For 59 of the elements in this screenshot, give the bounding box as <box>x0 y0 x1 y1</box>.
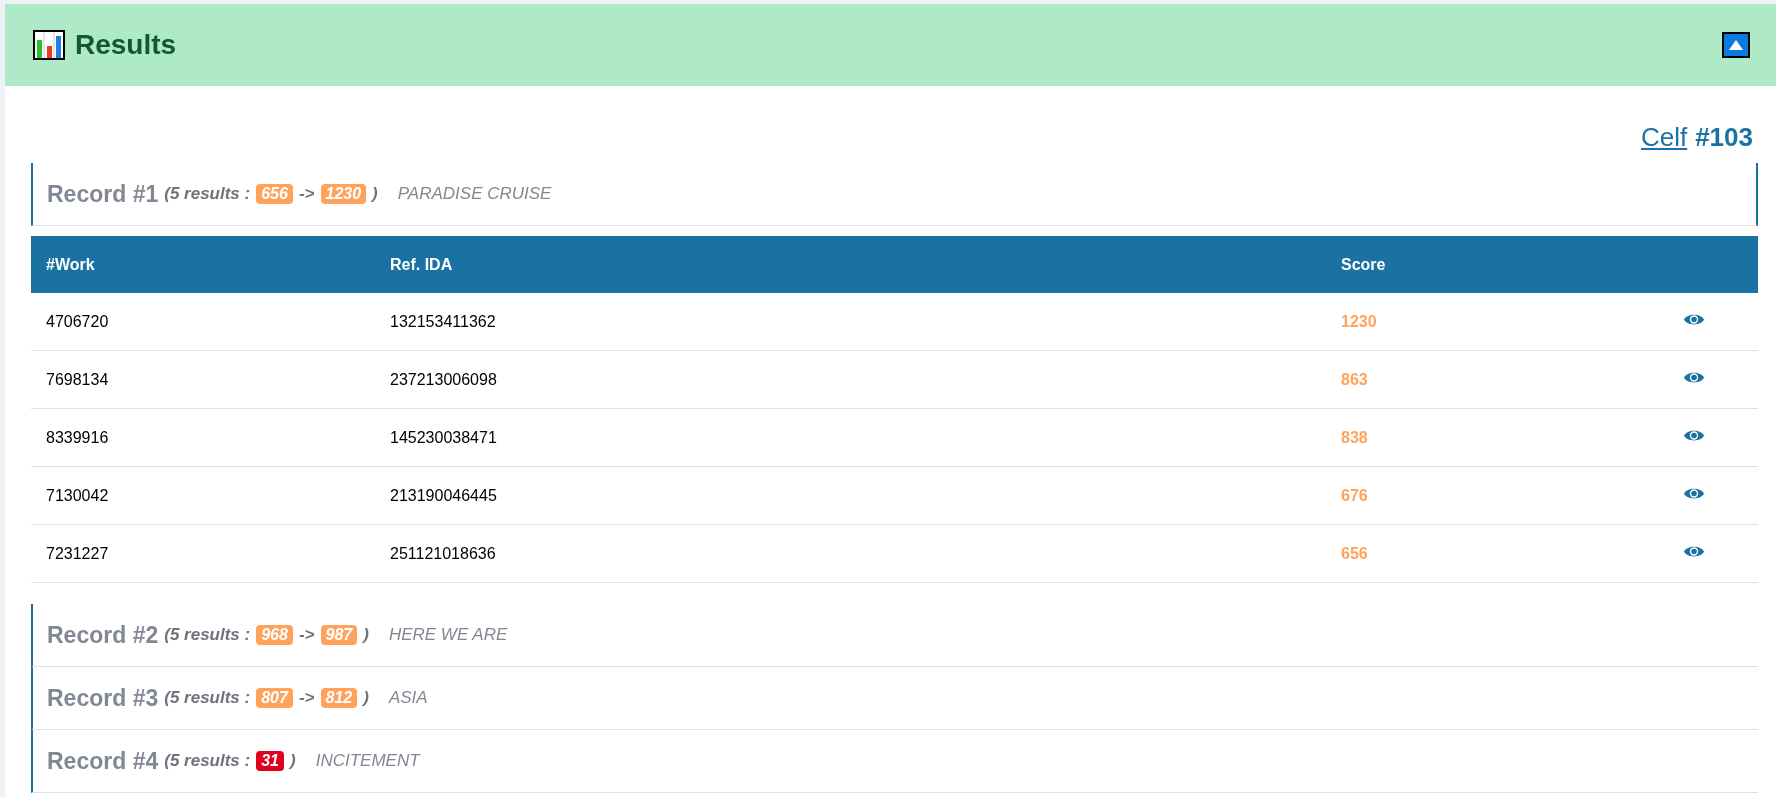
score-badge: 31 <box>256 751 284 771</box>
score-cell: 656 <box>1326 524 1626 583</box>
record-name: HERE WE ARE <box>388 625 508 645</box>
closing-parenthesis: ) <box>363 625 369 645</box>
results-label: (5 results : <box>164 688 251 708</box>
closing-parenthesis: ) <box>290 751 296 771</box>
collapse-button[interactable] <box>1722 32 1750 58</box>
record-title: Record #3 <box>47 684 159 712</box>
ref-cell: 145230038471 <box>375 408 1326 467</box>
score-badge: 987 <box>320 625 358 645</box>
eye-icon[interactable] <box>1684 312 1704 327</box>
score-cell: 676 <box>1326 466 1626 525</box>
results-label: (5 results : <box>164 625 251 645</box>
reference-number: #103 <box>1695 122 1753 153</box>
ref-cell: 237213006098 <box>375 350 1326 409</box>
range-arrow: -> <box>298 688 315 708</box>
score-badge: 1230 <box>320 184 367 204</box>
record-header[interactable]: Record #3 (5 results : 807 -> 812 ) ASIA <box>31 667 1758 730</box>
eye-icon[interactable] <box>1684 428 1704 443</box>
closing-parenthesis: ) <box>363 688 369 708</box>
results-label: (5 results : <box>164 751 251 771</box>
work-cell: 7130042 <box>31 466 375 525</box>
score-cell: 1230 <box>1326 293 1626 351</box>
eye-icon[interactable] <box>1684 544 1704 559</box>
work-cell: 7231227 <box>31 524 375 583</box>
record-name: PARADISE CRUISE <box>397 184 552 204</box>
score-badge: 807 <box>256 688 293 708</box>
closing-parenthesis: ) <box>372 184 378 204</box>
column-header: Ref. IDA <box>375 236 1326 293</box>
work-cell: 8339916 <box>31 408 375 467</box>
record-name: INCITEMENT <box>315 751 420 771</box>
record-name: ASIA <box>388 688 428 708</box>
work-cell: 7698134 <box>31 350 375 409</box>
range-arrow: -> <box>298 184 315 204</box>
ref-cell: 132153411362 <box>375 293 1326 351</box>
eye-icon[interactable] <box>1684 370 1704 385</box>
range-arrow: -> <box>298 625 315 645</box>
score-cell: 838 <box>1326 408 1626 467</box>
score-badge: 812 <box>320 688 358 708</box>
bar-chart-icon <box>33 30 65 60</box>
record-header[interactable]: Record #2 (5 results : 968 -> 987 ) HERE WE ARE <box>31 604 1758 667</box>
record-title: Record #4 <box>47 747 159 775</box>
up-triangle-icon <box>1729 40 1743 50</box>
score-badge: 968 <box>256 625 293 645</box>
reference-link[interactable]: Celf <box>1640 122 1688 153</box>
record-title: Record #2 <box>47 621 159 649</box>
score-cell: 863 <box>1326 350 1626 409</box>
eye-icon[interactable] <box>1684 486 1704 501</box>
ref-cell: 251121018636 <box>375 524 1326 583</box>
record-header[interactable]: Record #1 (5 results : 656 -> 1230 ) PARADISE CRUISE <box>31 163 1758 226</box>
ref-cell: 213190046445 <box>375 466 1326 525</box>
panel-title: Results <box>75 29 178 61</box>
score-badge: 656 <box>256 184 293 204</box>
column-header: Score <box>1326 236 1626 293</box>
record-header[interactable]: Record #4 (5 results : 31 ) INCITEMENT <box>31 730 1758 793</box>
work-cell: 4706720 <box>31 293 375 351</box>
record-title: Record #1 <box>47 180 159 208</box>
column-header: #Work <box>31 236 375 293</box>
results-label: (5 results : <box>164 184 251 204</box>
